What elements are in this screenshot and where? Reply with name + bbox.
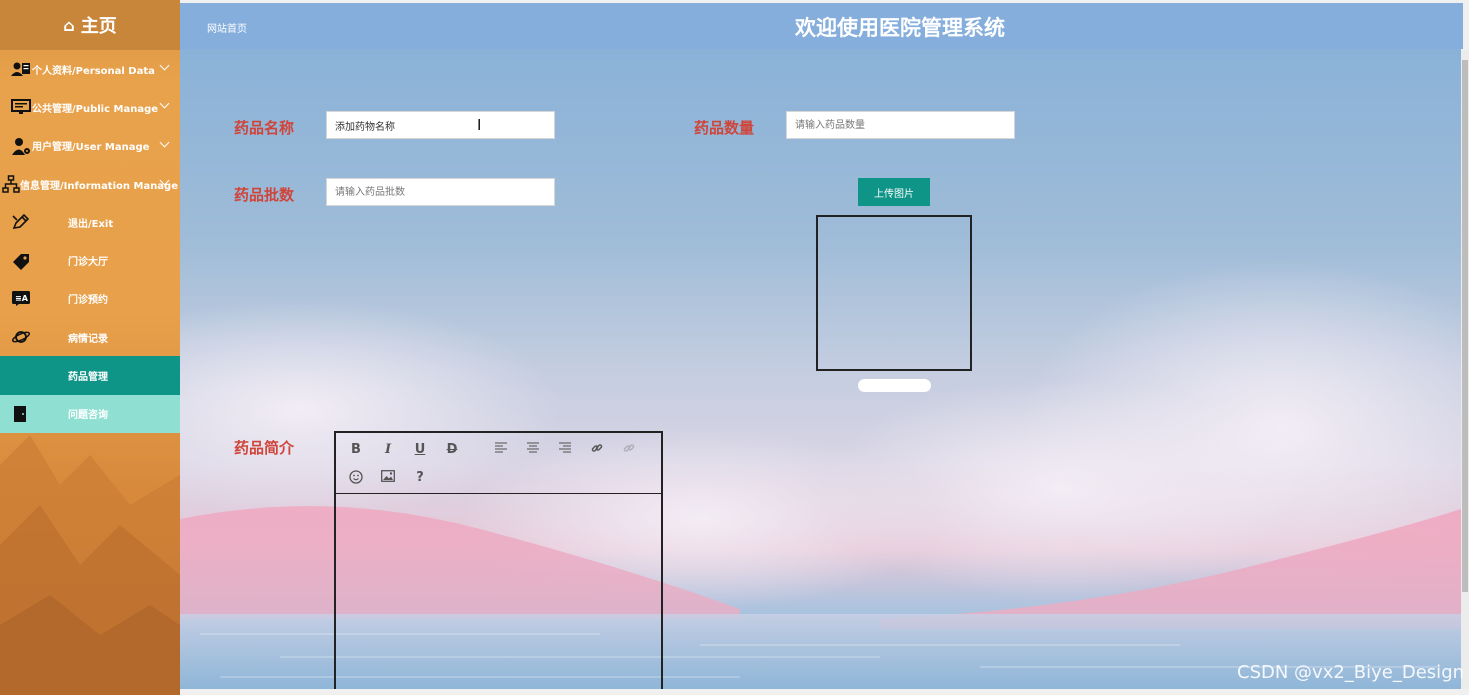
sidebar-item-label: 药品管理 [68,372,108,384]
text-cursor-icon: I [477,116,482,134]
upload-image-button[interactable]: 上传图片 [858,178,930,206]
sidebar-item-label: 信息管理/Information Manage [20,180,178,192]
user-gear-icon [10,137,32,155]
sidebar-item-clinic-appointment[interactable]: ≡A 门诊预约 [0,280,180,318]
editor-content-area[interactable] [336,494,661,689]
italic-icon[interactable]: I [377,442,399,457]
medicine-name-input[interactable] [326,111,555,139]
sidebar-item-medical-records[interactable]: 病情记录 [0,318,180,356]
home-icon: ⌂ [63,15,75,35]
image-progress-bar [858,379,931,392]
underline-icon[interactable]: U [409,442,431,457]
sidebar-item-user-manage[interactable]: 用户管理/User Manage [0,127,180,165]
page-title: 欢迎使用医院管理系统 [795,16,1005,40]
sidebar-item-label: 公共管理/Public Manage [32,103,159,115]
chevron-down-icon [159,98,170,109]
editor-toolbar: B I U D ? [336,433,661,494]
main-content: 药品名称 I 药品数量 药品批数 上传图片 药品简介 B I U D [180,49,1461,689]
align-center-icon[interactable] [522,442,544,457]
sidebar-background-art [0,435,180,695]
edit-pencil-icon [10,213,32,231]
sidebar-item-label: 用户管理/User Manage [32,142,150,154]
breadcrumb[interactable]: 网站首页 [207,20,247,35]
medicine-batch-input[interactable] [326,178,555,206]
sidebar-item-personal-data[interactable]: 个人资料/Personal Data [0,50,180,88]
help-icon[interactable]: ? [409,470,431,485]
medicine-name-label: 药品名称 [234,119,295,137]
sidebar-item-consultation[interactable]: 问题咨询 [0,394,180,433]
watermark: CSDN @vx2_Biye_Design [1237,662,1465,683]
sidebar-item-label: 问题咨询 [68,410,108,422]
home-link[interactable]: ⌂ 主页 [0,0,180,50]
sidebar: ⌂ 主页 个人资料/Personal Data 公共管理/Public Mana… [0,0,180,695]
network-icon [2,175,20,193]
medicine-batch-label: 药品批数 [234,186,295,204]
monitor-icon [10,98,32,116]
strikethrough-icon[interactable]: D [441,442,463,457]
link-icon[interactable] [586,442,608,458]
sidebar-menu: 个人资料/Personal Data 公共管理/Public Manage 用户… [0,50,180,433]
user-card-icon [10,60,32,78]
sidebar-item-label: 门诊大厅 [68,257,108,269]
medicine-quantity-label: 药品数量 [694,119,755,137]
align-left-icon[interactable] [490,442,512,457]
chevron-down-icon [159,60,170,71]
sidebar-item-medicine-manage[interactable]: 药品管理 [0,356,180,395]
medicine-quantity-input[interactable] [786,111,1015,139]
sidebar-item-label: 门诊预约 [68,295,108,307]
bold-icon[interactable]: B [345,442,367,457]
door-icon [10,405,32,423]
image-icon[interactable] [377,470,399,486]
svg-text:≡A: ≡A [15,294,29,303]
planet-icon [10,328,32,346]
bottom-strip [180,689,1469,695]
unlink-icon[interactable] [618,442,640,458]
image-preview [816,215,972,371]
sidebar-item-exit[interactable]: 退出/Exit [0,203,180,241]
rich-text-editor: B I U D ? [334,431,663,689]
sidebar-item-clinic-hall[interactable]: 门诊大厅 [0,241,180,279]
top-bar: 网站首页 欢迎使用医院管理系统 [180,3,1463,49]
sidebar-item-label: 个人资料/Personal Data [32,65,155,77]
scrollbar-thumb[interactable] [1462,60,1468,592]
chevron-down-icon [159,137,170,148]
tag-icon [10,252,32,270]
sidebar-item-label: 退出/Exit [68,218,114,230]
sidebar-item-public-manage[interactable]: 公共管理/Public Manage [0,88,180,126]
sidebar-item-information-manage[interactable]: 信息管理/Information Manage [0,165,180,203]
home-label: 主页 [80,16,117,37]
medicine-intro-label: 药品简介 [234,439,295,457]
align-right-icon[interactable] [554,442,576,457]
sidebar-item-label: 病情记录 [68,333,108,345]
translate-icon: ≡A [10,290,32,308]
emoji-icon[interactable] [345,470,367,488]
